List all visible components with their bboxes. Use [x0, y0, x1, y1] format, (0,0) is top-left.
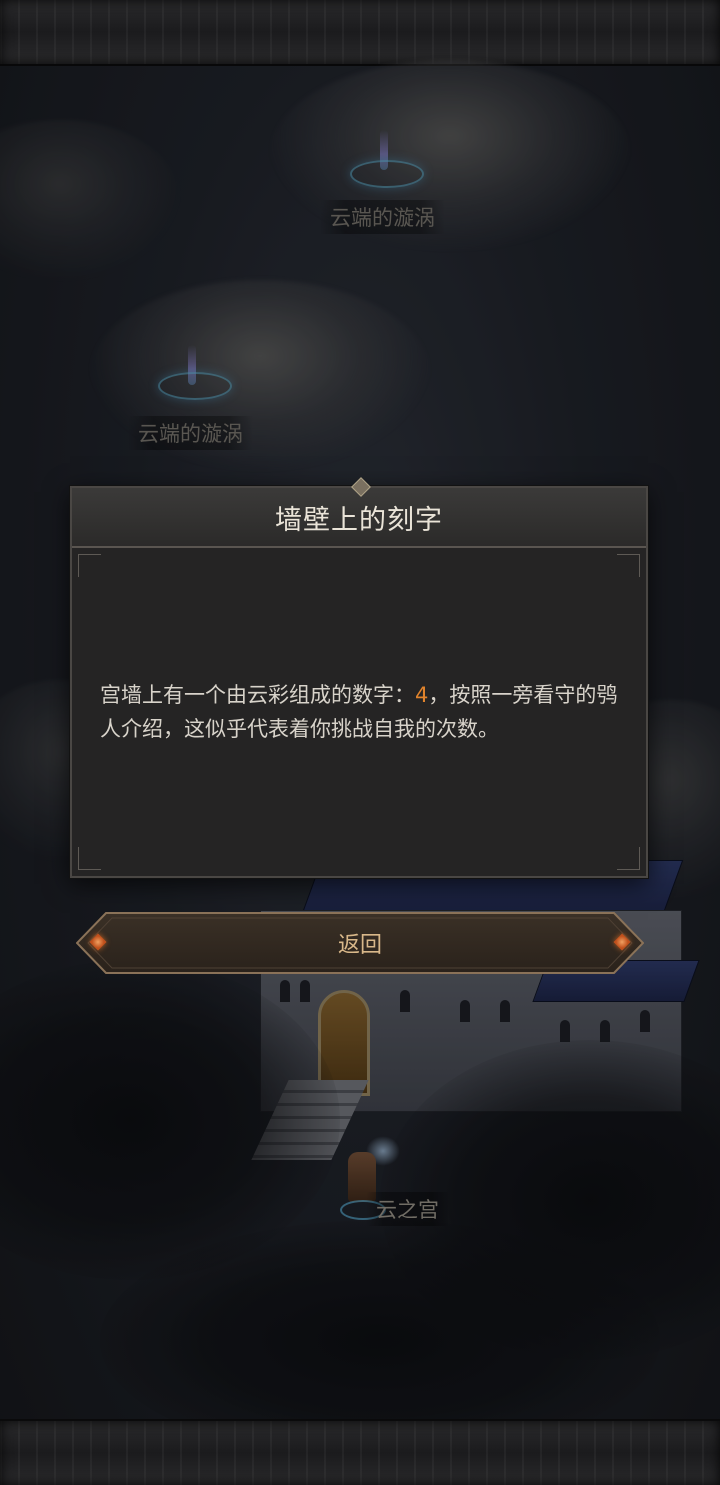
top-ornate-frame — [0, 0, 720, 66]
dialog-title: 墙壁上的刻字 — [275, 504, 443, 536]
return-button-label: 返回 — [337, 933, 382, 958]
body-text-part: 宫墙上有一个由云彩组成的数字： — [100, 683, 415, 707]
dialog-body-text: 宫墙上有一个由云彩组成的数字：4，按照一旁看守的鸮人介绍，这似乎代表着你挑战自我… — [100, 678, 620, 746]
game-screen: 云端的漩涡 云端的漩涡 云之宫 墙壁上的刻字 宫墙上有一个由云彩组成的数字：4，… — [0, 0, 720, 1485]
challenge-count: 4 — [415, 683, 429, 707]
corner-ornament — [78, 847, 101, 870]
corner-ornament — [617, 847, 640, 870]
bottom-ornate-frame — [0, 1419, 720, 1485]
corner-ornament — [78, 554, 101, 577]
corner-ornament — [617, 554, 640, 577]
return-button[interactable]: 返回 — [76, 912, 644, 974]
dialog-header: 墙壁上的刻字 — [72, 488, 646, 548]
inscription-dialog: 墙壁上的刻字 宫墙上有一个由云彩组成的数字：4，按照一旁看守的鸮人介绍，这似乎代… — [70, 477, 648, 878]
